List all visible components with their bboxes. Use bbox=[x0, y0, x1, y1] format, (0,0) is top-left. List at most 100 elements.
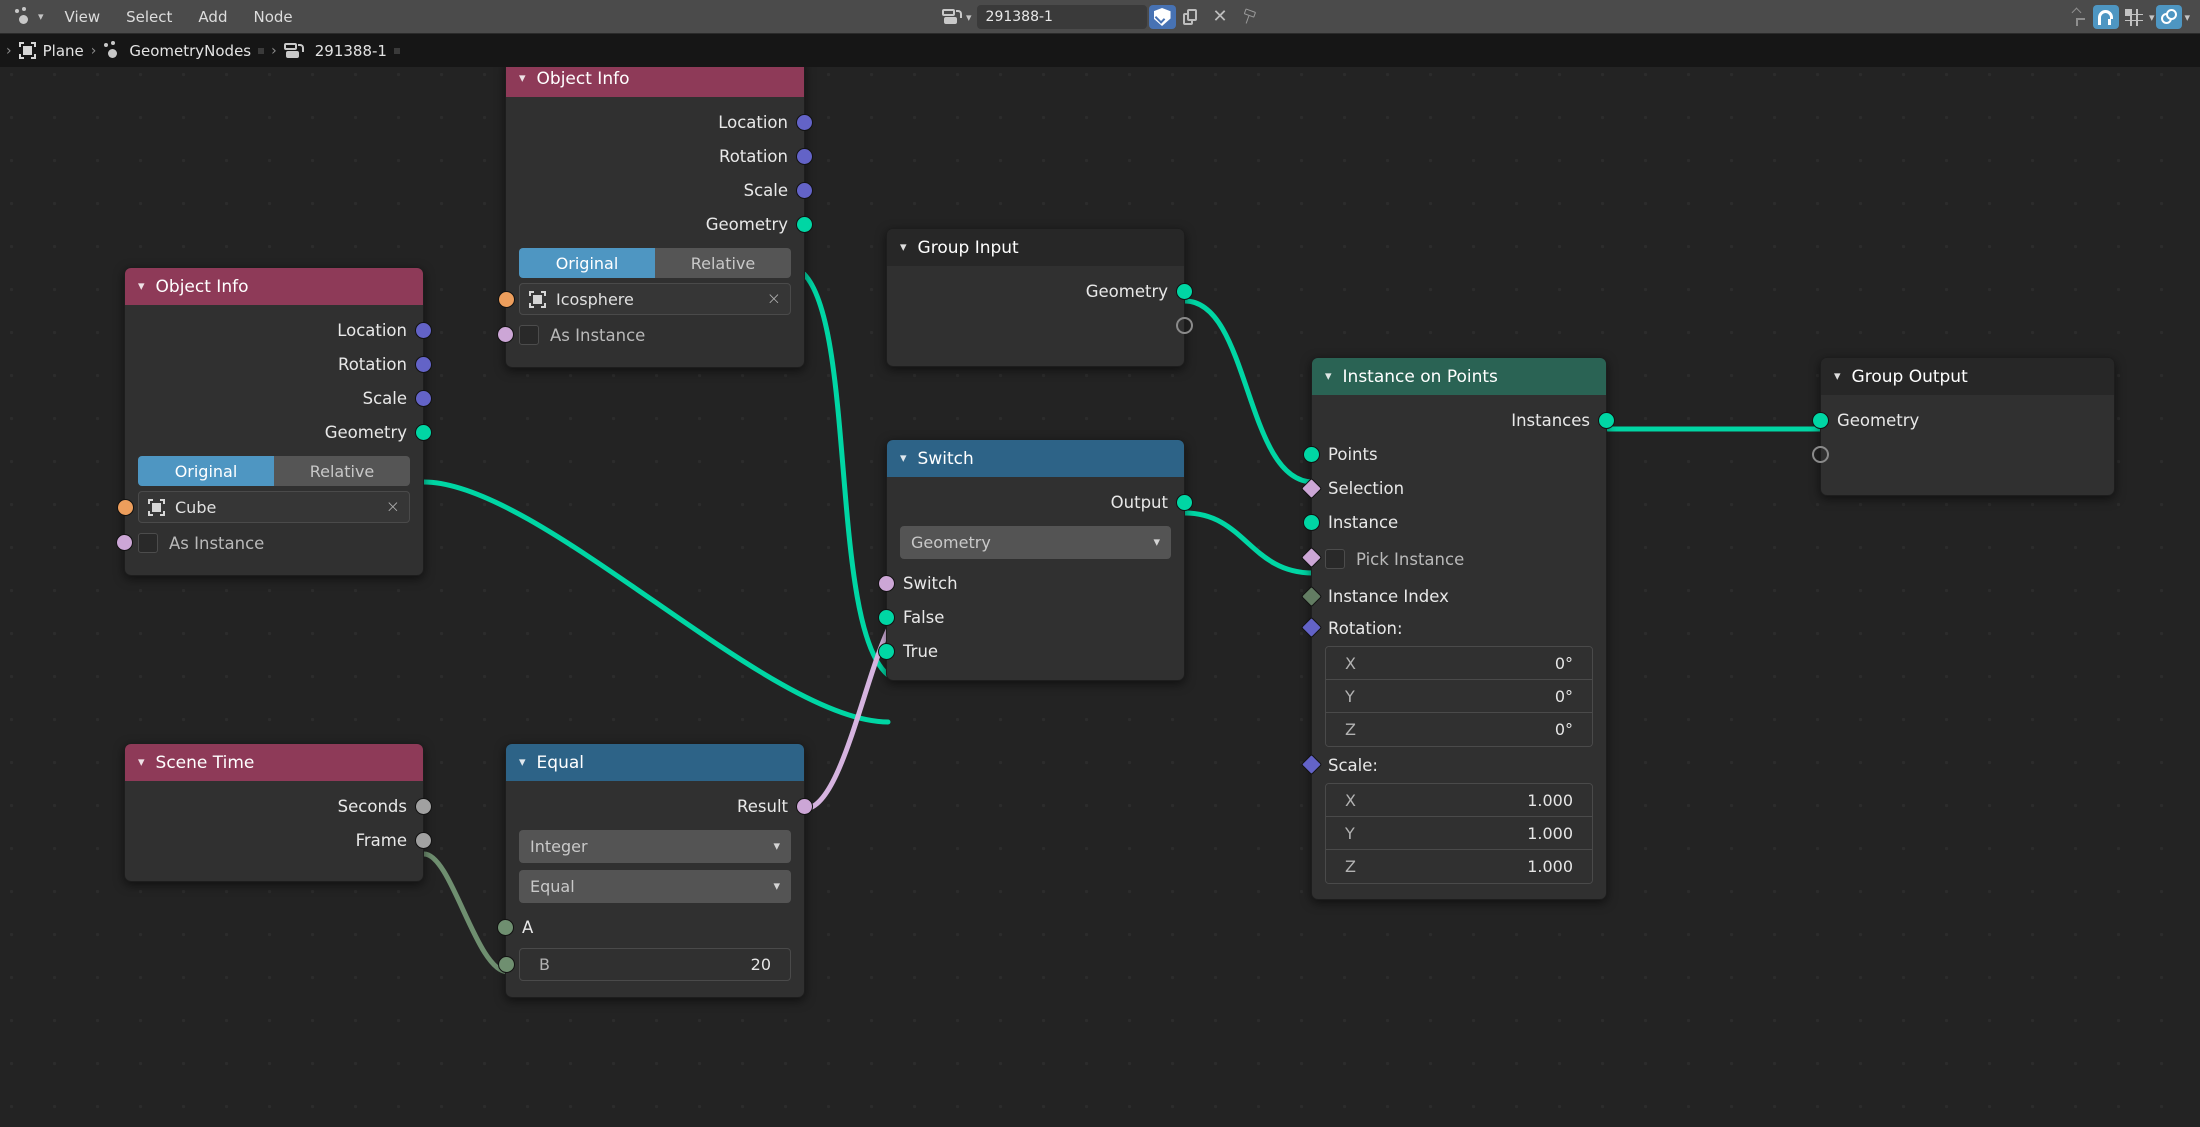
socket-scale-output[interactable] bbox=[796, 182, 813, 199]
scale-x-field[interactable]: X 1.000 bbox=[1326, 784, 1592, 817]
socket-scale-input[interactable] bbox=[1300, 753, 1323, 776]
editor-type-selector[interactable]: ▾ bbox=[0, 0, 52, 33]
rotation-x-field[interactable]: X 0° bbox=[1326, 647, 1592, 680]
breadcrumb-item-nodetree[interactable]: 291388-1 bbox=[283, 42, 387, 60]
socket-false-input[interactable] bbox=[878, 609, 895, 626]
socket-virtual-output[interactable] bbox=[1176, 317, 1193, 334]
as-instance-row[interactable]: As Instance bbox=[497, 321, 791, 349]
node-header[interactable]: ▾ Group Input bbox=[887, 229, 1184, 266]
rotation-vector-field[interactable]: X 0° Y 0° Z 0° bbox=[1325, 646, 1593, 747]
node-group-output[interactable]: ▾ Group Output Geometry bbox=[1812, 357, 2115, 496]
scale-vector-field[interactable]: X 1.000 Y 1.000 Z 1.000 bbox=[1325, 783, 1593, 884]
node-scene-time[interactable]: ▾ Scene Time Seconds Frame bbox=[124, 743, 432, 882]
as-instance-row[interactable]: As Instance bbox=[116, 529, 410, 557]
scale-z-field[interactable]: Z 1.000 bbox=[1326, 850, 1592, 883]
menu-node[interactable]: Node bbox=[240, 4, 305, 30]
breadcrumb-item-geometrynodes[interactable]: GeometryNodes bbox=[103, 41, 251, 60]
new-copy-button[interactable] bbox=[1178, 5, 1205, 29]
input-b-field[interactable]: B 20 bbox=[498, 948, 791, 981]
node-editor-canvas[interactable]: ▾ Object Info Location Rotation Scale Ge… bbox=[0, 67, 2200, 1127]
pick-instance-checkbox[interactable] bbox=[1325, 549, 1345, 569]
node-object-info-cube[interactable]: ▾ Object Info Location Rotation Scale Ge… bbox=[116, 267, 432, 576]
socket-rotation-input[interactable] bbox=[1300, 616, 1323, 639]
socket-virtual-input[interactable] bbox=[1812, 446, 1829, 463]
proportional-edit-button[interactable] bbox=[2156, 5, 2183, 29]
toggle-relative[interactable]: Relative bbox=[655, 248, 791, 278]
socket-a-input[interactable] bbox=[497, 919, 514, 936]
transform-space-toggle[interactable]: Original Relative bbox=[138, 456, 410, 486]
arrow-up-icon[interactable] bbox=[2071, 7, 2091, 26]
chevron-down-icon[interactable]: ▾ bbox=[138, 755, 145, 770]
socket-result-output[interactable] bbox=[796, 798, 813, 815]
node-header[interactable]: ▾ Group Output bbox=[1821, 358, 2114, 395]
snap-magnet-button[interactable] bbox=[2092, 5, 2119, 29]
node-header[interactable]: ▾ Object Info bbox=[125, 268, 423, 305]
socket-geometry-output[interactable] bbox=[796, 216, 813, 233]
toggle-relative[interactable]: Relative bbox=[274, 456, 410, 486]
menu-add[interactable]: Add bbox=[185, 4, 240, 30]
node-object-info-icosphere[interactable]: ▾ Object Info Location Rotation Scale Ge… bbox=[497, 67, 813, 368]
node-tree-name-input[interactable]: 291388-1 bbox=[976, 5, 1147, 29]
socket-scale-output[interactable] bbox=[415, 390, 432, 407]
chevron-down-icon[interactable]: ▾ bbox=[2184, 12, 2190, 23]
chevron-down-icon[interactable]: ▾ bbox=[900, 240, 907, 255]
toggle-original[interactable]: Original bbox=[519, 248, 655, 278]
socket-as-instance-input[interactable] bbox=[497, 326, 514, 343]
operation-dropdown[interactable]: Equal ▾ bbox=[519, 870, 791, 903]
node-header[interactable]: ▾ Scene Time bbox=[125, 744, 423, 781]
chevron-down-icon[interactable]: ▾ bbox=[1834, 369, 1841, 384]
socket-geometry-output[interactable] bbox=[415, 424, 432, 441]
node-header[interactable]: ▾ Object Info bbox=[506, 67, 804, 97]
chevron-down-icon[interactable]: ▾ bbox=[519, 71, 526, 86]
snap-target-button[interactable] bbox=[2121, 5, 2147, 29]
socket-location-output[interactable] bbox=[415, 322, 432, 339]
socket-rotation-output[interactable] bbox=[796, 148, 813, 165]
socket-seconds-output[interactable] bbox=[415, 798, 432, 815]
socket-object-input[interactable] bbox=[117, 499, 134, 516]
socket-location-output[interactable] bbox=[796, 114, 813, 131]
chevron-down-icon[interactable]: ▾ bbox=[138, 279, 145, 294]
clear-object-icon[interactable]: × bbox=[386, 497, 400, 517]
node-header[interactable]: ▾ Switch bbox=[887, 440, 1184, 477]
chevron-down-icon[interactable]: ▾ bbox=[519, 755, 526, 770]
socket-as-instance-input[interactable] bbox=[116, 534, 133, 551]
socket-b-input[interactable] bbox=[498, 956, 515, 973]
socket-instances-output[interactable] bbox=[1598, 412, 1615, 429]
socket-instance-input[interactable] bbox=[1303, 514, 1320, 531]
object-selector-field[interactable]: Cube × bbox=[117, 491, 410, 523]
rotation-z-field[interactable]: Z 0° bbox=[1326, 713, 1592, 746]
rotation-y-field[interactable]: Y 0° bbox=[1326, 680, 1592, 713]
scale-y-field[interactable]: Y 1.000 bbox=[1326, 817, 1592, 850]
chevron-down-icon[interactable]: ▾ bbox=[966, 12, 972, 23]
socket-geometry-input[interactable] bbox=[1812, 412, 1829, 429]
socket-points-input[interactable] bbox=[1303, 446, 1320, 463]
chevron-down-icon[interactable]: ▾ bbox=[2149, 12, 2155, 23]
socket-output[interactable] bbox=[1176, 494, 1193, 511]
clear-object-icon[interactable]: × bbox=[767, 289, 781, 309]
pin-button[interactable] bbox=[1236, 5, 1263, 29]
socket-rotation-output[interactable] bbox=[415, 356, 432, 373]
fake-user-button[interactable] bbox=[1148, 5, 1176, 29]
data-type-dropdown[interactable]: Geometry ▾ bbox=[900, 526, 1171, 559]
socket-true-input[interactable] bbox=[878, 643, 895, 660]
node-instance-on-points[interactable]: ▾ Instance on Points Instances Points Se… bbox=[1300, 357, 1615, 900]
toggle-original[interactable]: Original bbox=[138, 456, 274, 486]
object-selector-field[interactable]: Icosphere × bbox=[498, 283, 791, 315]
socket-object-input[interactable] bbox=[498, 291, 515, 308]
socket-selection-input[interactable] bbox=[1300, 477, 1323, 500]
node-equal[interactable]: ▾ Equal Result Integer ▾ Equal ▾ A B 20 bbox=[497, 743, 813, 998]
socket-geometry-output[interactable] bbox=[1176, 283, 1193, 300]
socket-pick-instance-input[interactable] bbox=[1300, 546, 1323, 569]
node-group-input[interactable]: ▾ Group Input Geometry bbox=[886, 228, 1193, 367]
socket-switch-input[interactable] bbox=[878, 575, 895, 592]
pick-instance-row[interactable]: Pick Instance bbox=[1300, 545, 1593, 573]
breadcrumb-item-plane[interactable]: Plane bbox=[18, 42, 84, 60]
as-instance-checkbox[interactable] bbox=[519, 325, 539, 345]
node-header[interactable]: ▾ Instance on Points bbox=[1312, 358, 1606, 395]
menu-view[interactable]: View bbox=[52, 4, 114, 30]
node-header[interactable]: ▾ Equal bbox=[506, 744, 804, 781]
chevron-down-icon[interactable]: ▾ bbox=[1325, 369, 1332, 384]
data-type-dropdown[interactable]: Integer ▾ bbox=[519, 830, 791, 863]
socket-frame-output[interactable] bbox=[415, 832, 432, 849]
chevron-down-icon[interactable]: ▾ bbox=[900, 451, 907, 466]
